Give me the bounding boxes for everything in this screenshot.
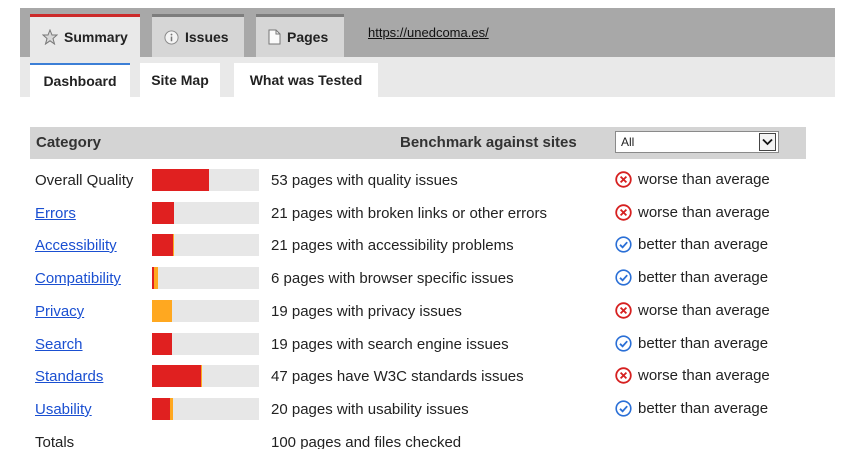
- quality-bar: [152, 333, 259, 355]
- header-category: Category: [36, 134, 102, 151]
- page-icon: [268, 29, 281, 45]
- status-text: better than average: [638, 400, 769, 417]
- category-errors[interactable]: Errors: [35, 205, 76, 222]
- tab-pages-label: Pages: [287, 29, 329, 45]
- quality-bar-red: [152, 398, 170, 420]
- benchmark-select[interactable]: All: [615, 131, 779, 153]
- status-badge: better than average: [615, 400, 768, 417]
- status-badge: better than average: [615, 236, 768, 253]
- status-text: worse than average: [638, 302, 770, 319]
- subtab-site-map[interactable]: Site Map: [140, 63, 220, 97]
- site-url-link[interactable]: https://unedcoma.es/: [368, 25, 489, 40]
- quality-bar-red: [152, 169, 209, 191]
- x-circle-icon: [615, 367, 632, 384]
- category-privacy[interactable]: Privacy: [35, 303, 84, 320]
- status-badge: better than average: [615, 269, 768, 286]
- main-tab-bar: Summary Issues Pages https://unedcoma.es…: [20, 8, 835, 57]
- quality-bar-red: [152, 333, 172, 355]
- tab-pages[interactable]: Pages: [256, 14, 344, 57]
- quality-bar: [152, 169, 259, 191]
- row-description: 21 pages with accessibility problems: [271, 237, 514, 254]
- quality-bar-red: [152, 365, 201, 387]
- x-circle-icon: [615, 204, 632, 221]
- tab-summary-label: Summary: [64, 29, 128, 45]
- table-row: Errors 21 pages with broken links or othe…: [30, 200, 806, 232]
- category-search[interactable]: Search: [35, 336, 83, 353]
- table-header: Category Benchmark against sites All: [30, 127, 806, 159]
- row-description: 21 pages with broken links or other erro…: [271, 205, 547, 222]
- status-text: better than average: [638, 269, 769, 286]
- check-circle-icon: [615, 269, 632, 286]
- subtab-dashboard[interactable]: Dashboard: [30, 63, 130, 97]
- category-overall-quality: Overall Quality: [35, 172, 134, 189]
- status-badge: worse than average: [615, 171, 770, 188]
- status-text: better than average: [638, 236, 769, 253]
- quality-bar-orange: [173, 234, 174, 256]
- row-description: 20 pages with usability issues: [271, 401, 469, 418]
- quality-bar-red: [152, 234, 173, 256]
- info-icon: [164, 29, 179, 45]
- subtab-what-was-tested[interactable]: What was Tested: [234, 63, 378, 97]
- status-badge: worse than average: [615, 204, 770, 221]
- row-description: 53 pages with quality issues: [271, 172, 458, 189]
- row-description: 19 pages with search engine issues: [271, 336, 509, 353]
- star-icon: [42, 29, 58, 45]
- quality-bar-orange: [154, 267, 158, 289]
- quality-bar: [152, 267, 259, 289]
- status-badge: worse than average: [615, 367, 770, 384]
- category-compatibility[interactable]: Compatibility: [35, 270, 121, 287]
- table-row: Privacy 19 pages with privacy issues worse…: [30, 298, 806, 330]
- table-row: Usability 20 pages with usability issues b…: [30, 396, 806, 428]
- category-standards[interactable]: Standards: [35, 368, 103, 385]
- status-text: worse than average: [638, 367, 770, 384]
- quality-bar: [152, 365, 259, 387]
- totals-row: Totals 100 pages and files checked: [30, 429, 806, 449]
- table-row: Search 19 pages with search engine issues…: [30, 331, 806, 363]
- quality-bar-orange: [152, 300, 172, 322]
- status-badge: better than average: [615, 335, 768, 352]
- quality-bar: [152, 398, 259, 420]
- check-circle-icon: [615, 335, 632, 352]
- tab-issues-label: Issues: [185, 29, 229, 45]
- table-row: Accessibility 21 pages with accessibility…: [30, 232, 806, 264]
- table-row: Overall Quality 53 pages with quality iss…: [30, 167, 806, 199]
- check-circle-icon: [615, 236, 632, 253]
- quality-bar: [152, 300, 259, 322]
- header-benchmark: Benchmark against sites: [400, 134, 577, 151]
- totals-label: Totals: [35, 434, 75, 449]
- row-description: 19 pages with privacy issues: [271, 303, 462, 320]
- totals-description: 100 pages and files checked: [271, 434, 462, 449]
- status-text: worse than average: [638, 204, 770, 221]
- quality-bar: [152, 234, 259, 256]
- check-circle-icon: [615, 400, 632, 417]
- category-usability[interactable]: Usability: [35, 401, 92, 418]
- quality-bar: [152, 202, 259, 224]
- quality-bar-orange: [201, 365, 202, 387]
- quality-bar-orange: [170, 398, 173, 420]
- benchmark-select-value: All: [621, 135, 635, 149]
- table-row: Compatibility 6 pages with browser specif…: [30, 265, 806, 297]
- chevron-down-icon[interactable]: [759, 133, 776, 151]
- status-badge: worse than average: [615, 302, 770, 319]
- tab-summary[interactable]: Summary: [30, 14, 140, 57]
- row-description: 47 pages have W3C standards issues: [271, 368, 524, 385]
- x-circle-icon: [615, 302, 632, 319]
- status-text: better than average: [638, 335, 769, 352]
- status-text: worse than average: [638, 171, 770, 188]
- category-accessibility[interactable]: Accessibility: [35, 237, 117, 254]
- sub-tab-bar: Dashboard Site Map What was Tested: [20, 57, 835, 97]
- x-circle-icon: [615, 171, 632, 188]
- quality-bar-red: [152, 202, 174, 224]
- table-row: Standards 47 pages have W3C standards iss…: [30, 363, 806, 395]
- row-description: 6 pages with browser specific issues: [271, 270, 514, 287]
- tab-issues[interactable]: Issues: [152, 14, 244, 57]
